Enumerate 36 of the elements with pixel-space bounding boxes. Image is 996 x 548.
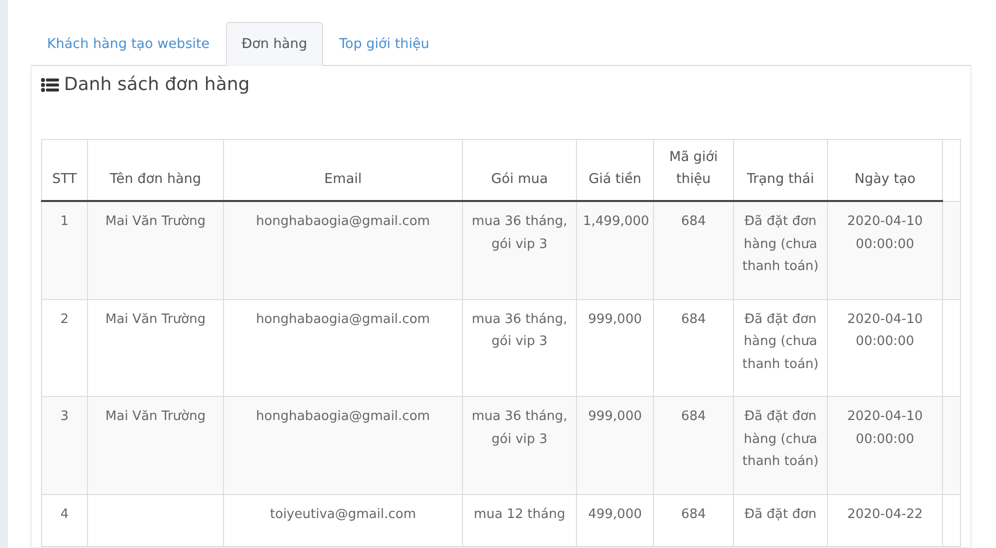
table-cell: Đã đặt đơn hàng (chưa thanh toán) [742,409,819,469]
table-cell: 684 [681,214,706,229]
table-cell: Mai Văn Trường [105,214,206,229]
table-cell: 4 [60,506,69,522]
table-cell: 1 [60,214,69,229]
table-cell: 2020-04-10 00:00:00 [847,409,923,446]
table-cell: 3 [60,409,69,424]
table-cell: 684 [681,312,706,326]
table-cell: Đã đặt đơn [744,506,817,522]
table-cell: 499,000 [588,506,642,522]
table-cell: Đã đặt đơn hàng (chưa thanh toán) [742,312,819,372]
list-icon [41,78,59,92]
table-cell: 999,000 [588,409,642,424]
table-cell: 1,499,000 [583,214,650,229]
table-cell: mua 36 tháng, gói vip 3 [472,312,568,349]
table-cell: 2 [60,312,69,326]
table-cell: toiyeutiva@gmail.com [270,506,416,522]
table-cell: honghabaogia@gmail.com [256,409,430,424]
table-cell: 999,000 [588,312,642,326]
table-cell: mua 36 tháng, gói vip 3 [472,409,568,446]
tab[interactable]: Đơn hàng [226,22,324,66]
table-cell: mua 36 tháng, gói vip 3 [472,214,568,252]
tab[interactable]: Khách hàng tạo website [31,22,226,66]
table-cell: honghabaogia@gmail.com [256,214,430,229]
table-cell: honghabaogia@gmail.com [256,312,430,326]
table-cell: Đã đặt đơn hàng (chưa thanh toán) [742,214,819,274]
panel-title: Danh sách đơn hàng [64,74,250,95]
table-cell: Mai Văn Trường [105,409,206,424]
table-cell: 2020-04-10 00:00:00 [847,214,923,252]
table-cell: 2020-04-10 00:00:00 [847,312,923,349]
table-cell: Mai Văn Trường [105,312,206,326]
table-cell: mua 12 tháng [474,506,566,522]
tab[interactable]: Top giới thiệu [323,22,446,66]
table-cell: 2020-04-22 [847,506,923,522]
table-cell: 684 [681,409,706,424]
table-cell: 684 [681,506,706,522]
